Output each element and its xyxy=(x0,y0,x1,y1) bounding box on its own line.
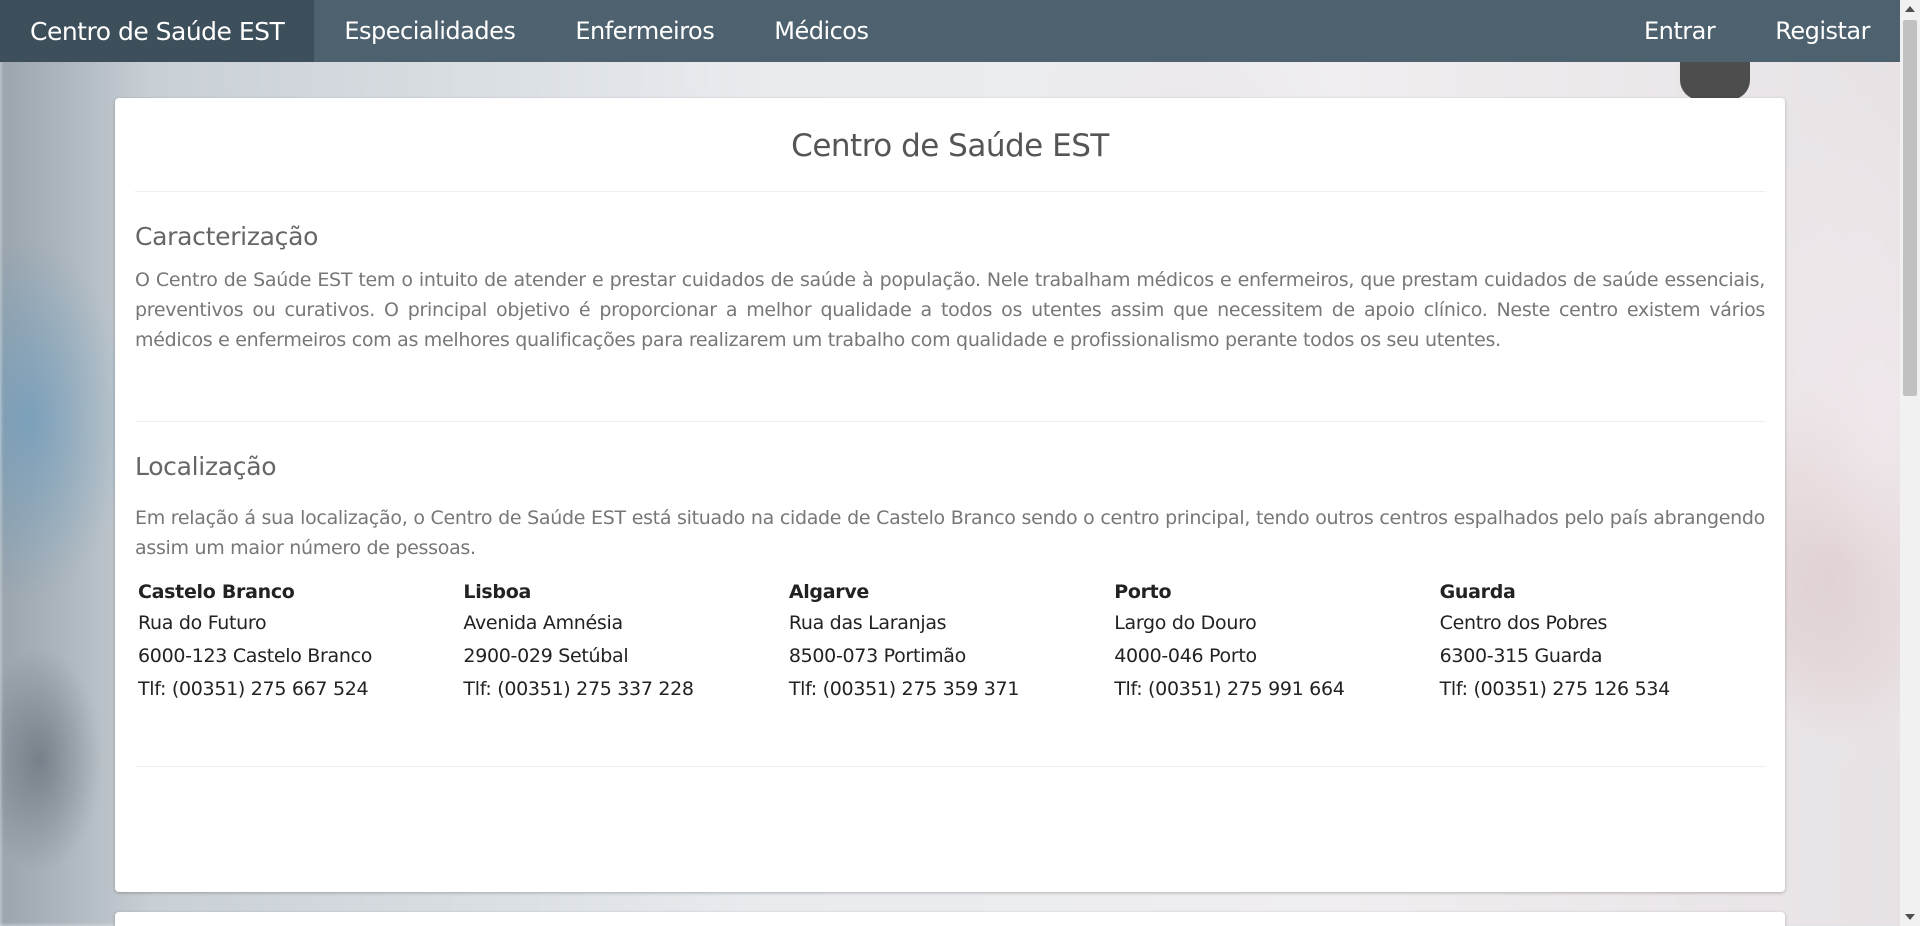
scroll-thumb[interactable] xyxy=(1903,20,1917,396)
nav-item-entrar[interactable]: Entrar xyxy=(1614,0,1745,62)
nav-brand-link[interactable]: Centro de Saúde EST xyxy=(0,0,315,62)
nav-item-registar[interactable]: Registar xyxy=(1745,0,1900,62)
location-city: Algarve xyxy=(788,581,869,603)
scroll-down-arrow-icon[interactable] xyxy=(1905,914,1915,920)
section-title-localizacao: Localização xyxy=(135,452,277,481)
location-city: Lisboa xyxy=(463,581,532,603)
location-phone: Tlf: (00351) 275 991 664 xyxy=(1114,678,1345,700)
location-phone: Tlf: (00351) 275 667 524 xyxy=(138,678,369,700)
location-lisboa: Lisboa Avenida Amnésia 2900-029 Setúbal … xyxy=(463,577,788,706)
location-postal: 8500-073 Portimão xyxy=(788,645,966,667)
location-street: Centro dos Pobres xyxy=(1439,612,1608,634)
location-postal: 6300-315 Guarda xyxy=(1439,645,1603,667)
location-postal: 2900-029 Setúbal xyxy=(463,645,629,667)
location-castelo-branco: Castelo Branco Rua do Futuro 6000-123 Ca… xyxy=(138,577,463,706)
location-postal: 4000-046 Porto xyxy=(1114,645,1257,667)
divider xyxy=(135,191,1765,192)
section-text-caracterizacao: O Centro de Saúde EST tem o intuito de a… xyxy=(135,269,1765,351)
section-text-localizacao: Em relação á sua localização, o Centro d… xyxy=(135,507,1765,559)
location-postal: 6000-123 Castelo Branco xyxy=(138,645,373,667)
nav-item-enfermeiros[interactable]: Enfermeiros xyxy=(545,0,744,62)
vertical-scrollbar[interactable] xyxy=(1900,0,1920,926)
scroll-up-arrow-icon[interactable] xyxy=(1905,6,1915,12)
location-city: Castelo Branco xyxy=(138,581,295,603)
location-street: Rua das Laranjas xyxy=(788,612,947,634)
location-phone: Tlf: (00351) 275 126 534 xyxy=(1439,678,1671,700)
divider xyxy=(135,766,1765,767)
location-algarve: Algarve Rua das Laranjas 8500-073 Portim… xyxy=(789,577,1114,706)
nav-item-especialidades[interactable]: Especialidades xyxy=(314,0,545,62)
top-navbar: Centro de Saúde EST Especialidades Enfer… xyxy=(0,0,1900,62)
background-collar xyxy=(1680,60,1750,100)
page-title: Centro de Saúde EST xyxy=(791,128,1109,164)
section-title-caracterizacao: Caracterização xyxy=(135,222,319,251)
location-street: Avenida Amnésia xyxy=(463,612,623,634)
locations-list: Castelo Branco Rua do Futuro 6000-123 Ca… xyxy=(135,577,1765,706)
secondary-card xyxy=(115,912,1785,926)
location-porto: Porto Largo do Douro 4000-046 Porto Tlf:… xyxy=(1114,577,1439,706)
main-card: Centro de Saúde EST Caracterização O Cen… xyxy=(115,98,1785,892)
location-city: Guarda xyxy=(1439,581,1516,603)
location-city: Porto xyxy=(1114,581,1172,603)
location-guarda: Guarda Centro dos Pobres 6300-315 Guarda… xyxy=(1440,577,1765,706)
location-street: Largo do Douro xyxy=(1114,612,1257,634)
location-phone: Tlf: (00351) 275 337 228 xyxy=(463,678,694,700)
nav-item-medicos[interactable]: Médicos xyxy=(744,0,898,62)
location-street: Rua do Futuro xyxy=(138,612,267,634)
divider xyxy=(135,421,1765,422)
location-phone: Tlf: (00351) 275 359 371 xyxy=(788,678,1020,700)
